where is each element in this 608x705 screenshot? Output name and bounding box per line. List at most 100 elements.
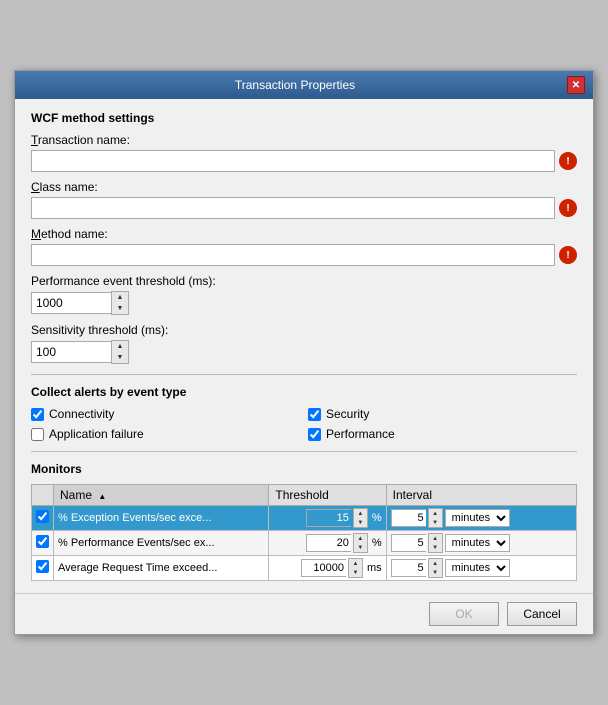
perf-threshold-up-button[interactable]: ▲ xyxy=(112,292,128,303)
monitors-table-head: Name ▲ Threshold Interval xyxy=(32,485,577,506)
connectivity-checkbox[interactable] xyxy=(31,408,44,421)
row-0-interval-cell: ▲▼minuteshoursdays xyxy=(386,506,576,531)
row-2-threshold-up[interactable]: ▲ xyxy=(349,559,362,568)
row-1-threshold-wrapper: ▲▼% xyxy=(273,533,381,553)
row-0-threshold-wrapper: ▲▼% xyxy=(273,508,381,528)
perf-threshold-spinner: ▲ ▼ xyxy=(31,291,577,315)
row-1-interval-input[interactable] xyxy=(391,534,426,552)
col-header-name[interactable]: Name ▲ xyxy=(54,485,269,506)
row-0-threshold-up[interactable]: ▲ xyxy=(354,509,367,518)
sort-arrow-icon: ▲ xyxy=(98,492,106,501)
class-name-error-icon: ! xyxy=(559,199,577,217)
appfailure-label: Application failure xyxy=(49,427,144,441)
row-2-checkbox[interactable] xyxy=(36,560,49,573)
sensitivity-down-button[interactable]: ▼ xyxy=(112,352,128,363)
row-2-threshold-spinner: ▲▼ xyxy=(348,558,363,578)
row-0-threshold-unit: % xyxy=(372,512,382,524)
col-header-threshold: Threshold xyxy=(269,485,386,506)
row-2-threshold-down[interactable]: ▼ xyxy=(349,568,362,577)
row-0-interval-up[interactable]: ▲ xyxy=(429,509,442,518)
class-name-input[interactable] xyxy=(31,197,555,219)
monitors-table-header-row: Name ▲ Threshold Interval xyxy=(32,485,577,506)
performance-checkbox-item: Performance xyxy=(308,427,577,441)
row-1-threshold-up[interactable]: ▲ xyxy=(354,534,367,543)
perf-threshold-input[interactable] xyxy=(31,292,111,314)
dialog-title: Transaction Properties xyxy=(23,78,567,92)
row-2-checkbox-cell xyxy=(32,556,54,581)
row-2-threshold-input[interactable] xyxy=(301,559,346,577)
class-name-group: Class name: ! xyxy=(31,180,577,219)
row-1-interval-up[interactable]: ▲ xyxy=(429,534,442,543)
security-checkbox-item: Security xyxy=(308,407,577,421)
row-0-interval-select[interactable]: minuteshoursdays xyxy=(445,509,510,527)
row-0-interval-wrapper: ▲▼minuteshoursdays xyxy=(391,508,572,528)
row-1-threshold-input[interactable] xyxy=(306,534,351,552)
transaction-name-wrapper: ! xyxy=(31,150,577,172)
row-1-checkbox-cell xyxy=(32,531,54,556)
ok-button[interactable]: OK xyxy=(429,602,499,626)
method-name-error-icon: ! xyxy=(559,246,577,264)
row-2-interval-cell: ▲▼minuteshoursdays xyxy=(386,556,576,581)
monitors-section: Monitors Name ▲ Threshold Interval % Exc… xyxy=(31,462,577,581)
transaction-name-group: Transaction name: ! xyxy=(31,133,577,172)
row-1-interval-wrapper: ▲▼minuteshoursdays xyxy=(391,533,572,553)
sensitivity-group: Sensitivity threshold (ms): ▲ ▼ xyxy=(31,323,577,364)
class-name-label: Class name: xyxy=(31,180,577,194)
performance-checkbox[interactable] xyxy=(308,428,321,441)
row-0-threshold-spinner: ▲▼ xyxy=(353,508,368,528)
row-1-threshold-unit: % xyxy=(372,537,382,549)
monitors-table-row[interactable]: % Performance Events/sec ex...▲▼%▲▼minut… xyxy=(32,531,577,556)
sensitivity-input[interactable] xyxy=(31,341,111,363)
row-2-interval-select[interactable]: minuteshoursdays xyxy=(445,559,510,577)
transaction-properties-dialog: Transaction Properties ✕ WCF method sett… xyxy=(14,70,594,635)
sensitivity-label: Sensitivity threshold (ms): xyxy=(31,323,577,337)
security-checkbox[interactable] xyxy=(308,408,321,421)
row-1-checkbox[interactable] xyxy=(36,535,49,548)
transaction-name-input[interactable] xyxy=(31,150,555,172)
perf-threshold-down-button[interactable]: ▼ xyxy=(112,303,128,314)
row-0-checkbox[interactable] xyxy=(36,510,49,523)
row-2-threshold-wrapper: ▲▼ms xyxy=(273,558,381,578)
row-0-name: % Exception Events/sec exce... xyxy=(54,506,269,531)
perf-threshold-label: Performance event threshold (ms): xyxy=(31,274,577,288)
row-0-interval-down[interactable]: ▼ xyxy=(429,518,442,527)
perf-threshold-spinner-buttons: ▲ ▼ xyxy=(111,291,129,315)
connectivity-checkbox-item: Connectivity xyxy=(31,407,300,421)
sensitivity-spinner: ▲ ▼ xyxy=(31,340,577,364)
sensitivity-up-button[interactable]: ▲ xyxy=(112,341,128,352)
perf-threshold-group: Performance event threshold (ms): ▲ ▼ xyxy=(31,274,577,315)
monitors-table: Name ▲ Threshold Interval % Exception Ev… xyxy=(31,484,577,581)
monitors-section-title: Monitors xyxy=(31,462,577,476)
method-name-input[interactable] xyxy=(31,244,555,266)
row-0-threshold-cell: ▲▼% xyxy=(269,506,386,531)
row-1-interval-cell: ▲▼minuteshoursdays xyxy=(386,531,576,556)
alerts-section-title: Collect alerts by event type xyxy=(31,385,577,399)
monitors-table-body: % Exception Events/sec exce...▲▼%▲▼minut… xyxy=(32,506,577,581)
monitors-table-row[interactable]: Average Request Time exceed...▲▼ms▲▼minu… xyxy=(32,556,577,581)
appfailure-checkbox[interactable] xyxy=(31,428,44,441)
row-1-threshold-spinner: ▲▼ xyxy=(353,533,368,553)
method-name-group: Method name: ! xyxy=(31,227,577,266)
row-0-threshold-input[interactable] xyxy=(306,509,351,527)
row-2-interval-up[interactable]: ▲ xyxy=(429,559,442,568)
monitors-table-row[interactable]: % Exception Events/sec exce...▲▼%▲▼minut… xyxy=(32,506,577,531)
alerts-checkboxes-grid: Connectivity Security Application failur… xyxy=(31,407,577,441)
divider-2 xyxy=(31,451,577,452)
row-1-interval-down[interactable]: ▼ xyxy=(429,543,442,552)
appfailure-checkbox-item: Application failure xyxy=(31,427,300,441)
row-0-threshold-down[interactable]: ▼ xyxy=(354,518,367,527)
row-1-threshold-down[interactable]: ▼ xyxy=(354,543,367,552)
col-header-checkbox xyxy=(32,485,54,506)
row-2-interval-input[interactable] xyxy=(391,559,426,577)
transaction-name-error-icon: ! xyxy=(559,152,577,170)
row-2-name: Average Request Time exceed... xyxy=(54,556,269,581)
cancel-button[interactable]: Cancel xyxy=(507,602,577,626)
row-1-interval-select[interactable]: minuteshoursdays xyxy=(445,534,510,552)
method-name-wrapper: ! xyxy=(31,244,577,266)
title-bar: Transaction Properties ✕ xyxy=(15,71,593,99)
row-2-interval-down[interactable]: ▼ xyxy=(429,568,442,577)
row-0-interval-spinner: ▲▼ xyxy=(428,508,443,528)
sensitivity-spinner-buttons: ▲ ▼ xyxy=(111,340,129,364)
row-0-interval-input[interactable] xyxy=(391,509,426,527)
close-button[interactable]: ✕ xyxy=(567,76,585,94)
